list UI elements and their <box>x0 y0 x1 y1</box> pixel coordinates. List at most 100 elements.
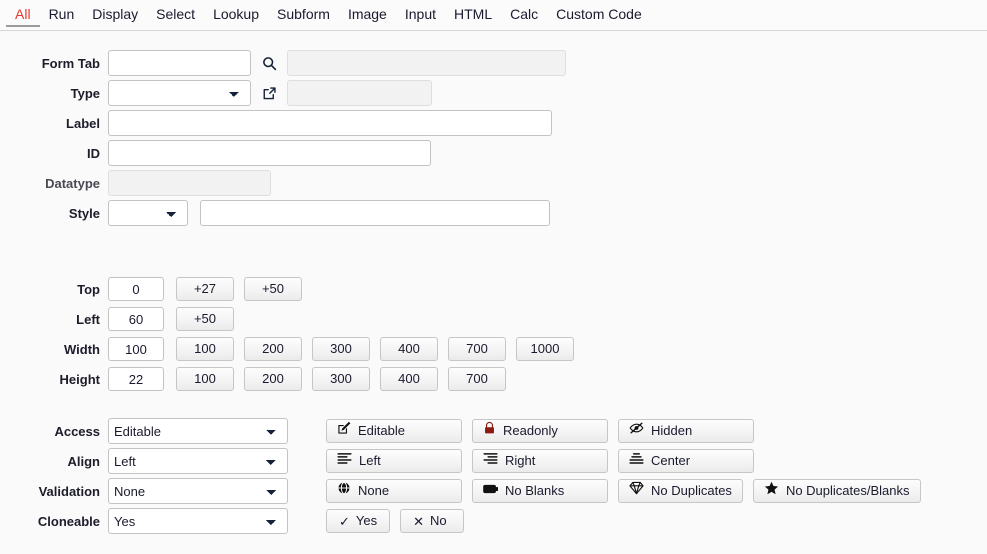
width-preset-200[interactable]: 200 <box>244 337 302 361</box>
nav-tab-html[interactable]: HTML <box>445 6 501 27</box>
cloneable-row: Cloneable Yes ✓ Yes ✕ No <box>0 507 987 535</box>
validation-button-no-duplicates-blanks-label: No Duplicates/Blanks <box>785 483 910 498</box>
style-select[interactable] <box>108 200 188 226</box>
align-right-icon <box>483 450 498 472</box>
field-properties-form: Form Tab Type Label ID Datatype Style To… <box>0 31 987 535</box>
validation-button-no-duplicates-label: No Duplicates <box>651 483 732 498</box>
style-text-input[interactable] <box>200 200 550 226</box>
check-icon: ✓ <box>339 513 350 529</box>
lock-icon <box>483 420 496 442</box>
nav-tab-select[interactable]: Select <box>147 6 204 27</box>
align-select[interactable]: Left <box>108 448 288 474</box>
top-preset-plus27[interactable]: +27 <box>176 277 234 301</box>
id-input[interactable] <box>108 140 431 166</box>
height-preset-400[interactable]: 400 <box>380 367 438 391</box>
width-preset-300[interactable]: 300 <box>312 337 370 361</box>
pencil-square-icon <box>337 420 351 442</box>
height-row: Height 100 200 300 400 700 <box>0 365 987 393</box>
label-field-label: Label <box>66 115 100 131</box>
style-label: Style <box>68 205 100 221</box>
align-label: Align <box>67 453 101 469</box>
access-select[interactable]: Editable <box>108 418 288 444</box>
datatype-field <box>108 170 271 196</box>
nav-tab-image[interactable]: Image <box>339 6 396 27</box>
filled-rect-icon <box>483 480 499 502</box>
form-tab-readonly-field <box>287 50 566 76</box>
nav-tab-lookup[interactable]: Lookup <box>204 6 268 27</box>
height-preset-300[interactable]: 300 <box>312 367 370 391</box>
validation-button-no-duplicates-blanks[interactable]: No Duplicates/Blanks <box>752 479 921 503</box>
form-tab-row: Form Tab <box>0 49 987 77</box>
width-preset-400[interactable]: 400 <box>380 337 438 361</box>
left-preset-plus50[interactable]: +50 <box>176 307 234 331</box>
height-preset-700[interactable]: 700 <box>448 367 506 391</box>
id-label: ID <box>87 145 100 161</box>
validation-button-no-blanks[interactable]: No Blanks <box>472 479 608 503</box>
height-preset-100[interactable]: 100 <box>176 367 234 391</box>
width-preset-700[interactable]: 700 <box>448 337 506 361</box>
width-input[interactable] <box>108 337 164 361</box>
align-button-center-label: Center <box>651 453 691 468</box>
width-row: Width 100 200 300 400 700 1000 <box>0 335 987 363</box>
label-input[interactable] <box>108 110 552 136</box>
height-preset-200[interactable]: 200 <box>244 367 302 391</box>
access-label: Access <box>54 423 100 439</box>
validation-button-no-blanks-label: No Blanks <box>505 483 565 498</box>
cloneable-select[interactable]: Yes <box>108 508 288 534</box>
nav-tab-custom-code[interactable]: Custom Code <box>547 6 651 27</box>
cloneable-button-no-label: No <box>430 513 447 528</box>
align-button-right-label: Right <box>505 453 536 468</box>
align-center-icon <box>629 450 644 472</box>
align-row: Align Left Left Right Center <box>0 447 987 475</box>
search-icon[interactable] <box>257 51 281 75</box>
validation-button-no-duplicates[interactable]: No Duplicates <box>618 479 743 503</box>
star-icon <box>764 480 779 502</box>
top-label: Top <box>77 281 100 297</box>
datatype-label: Datatype <box>45 175 100 191</box>
type-row: Type <box>0 79 987 107</box>
align-button-left-label: Left <box>359 453 381 468</box>
cloneable-button-yes[interactable]: ✓ Yes <box>326 509 391 533</box>
nav-tab-all[interactable]: All <box>6 6 40 27</box>
top-preset-plus50[interactable]: +50 <box>244 277 302 301</box>
left-input[interactable] <box>108 307 164 331</box>
validation-button-none[interactable]: None <box>326 479 462 503</box>
top-row: Top +27 +50 <box>0 275 987 303</box>
cloneable-button-no[interactable]: ✕ No <box>400 509 465 533</box>
nav-tab-display[interactable]: Display <box>83 6 147 27</box>
align-left-icon <box>337 450 352 472</box>
nav-tab-subform[interactable]: Subform <box>268 6 339 27</box>
cloneable-button-yes-label: Yes <box>355 513 378 528</box>
width-label: Width <box>64 341 100 357</box>
height-input[interactable] <box>108 367 164 391</box>
left-label: Left <box>76 311 100 327</box>
align-button-center[interactable]: Center <box>618 449 754 473</box>
access-row: Access Editable Editable Readonly Hidden <box>0 417 987 445</box>
validation-select[interactable]: None <box>108 478 288 504</box>
type-select[interactable] <box>108 80 251 106</box>
form-tab-input[interactable] <box>108 50 251 76</box>
top-input[interactable] <box>108 277 164 301</box>
align-button-left[interactable]: Left <box>326 449 462 473</box>
validation-button-none-label: None <box>358 483 390 498</box>
cloneable-label: Cloneable <box>37 513 100 529</box>
nav-tab-input[interactable]: Input <box>396 6 445 27</box>
globe-icon <box>337 480 351 502</box>
style-row: Style <box>0 199 987 227</box>
eye-slash-icon <box>629 420 644 442</box>
width-preset-1000[interactable]: 1000 <box>516 337 574 361</box>
access-button-hidden[interactable]: Hidden <box>618 419 754 443</box>
datatype-row: Datatype <box>0 169 987 197</box>
width-preset-100[interactable]: 100 <box>176 337 234 361</box>
align-button-right[interactable]: Right <box>472 449 608 473</box>
external-link-icon[interactable] <box>257 81 281 105</box>
nav-tab-run[interactable]: Run <box>40 6 84 27</box>
id-row: ID <box>0 139 987 167</box>
gem-icon <box>629 480 644 502</box>
left-row: Left +50 <box>0 305 987 333</box>
label-row: Label <box>0 109 987 137</box>
nav-tab-calc[interactable]: Calc <box>501 6 547 27</box>
type-label: Type <box>70 85 100 101</box>
access-button-editable[interactable]: Editable <box>326 419 462 443</box>
access-button-readonly[interactable]: Readonly <box>472 419 608 443</box>
